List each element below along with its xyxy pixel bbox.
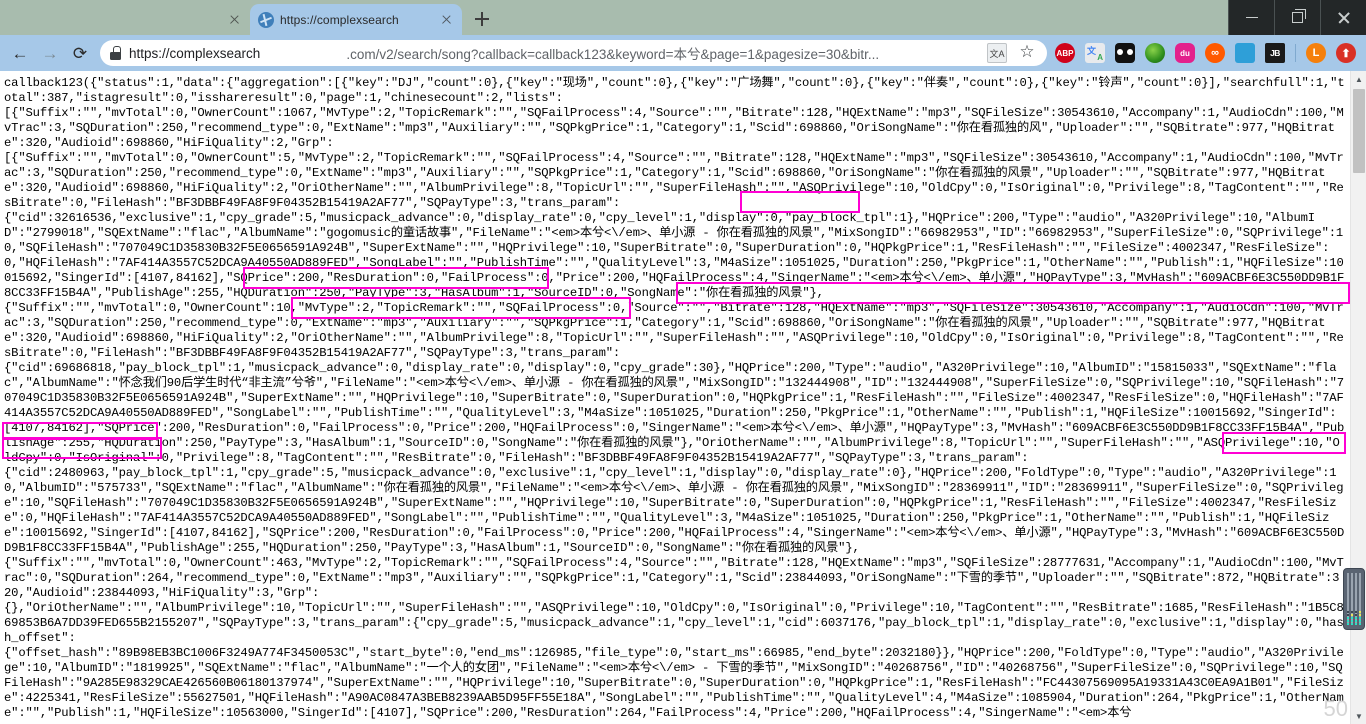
scrollbar-thumb[interactable]: [1353, 89, 1365, 173]
close-icon[interactable]: [438, 12, 454, 28]
minimize-button[interactable]: [1228, 0, 1274, 35]
update-button[interactable]: ⬆: [1336, 43, 1356, 63]
tab-strip: https://complexsearch: [0, 0, 1366, 35]
page-content: callback123({"status":1,"data":{"aggrega…: [0, 71, 1366, 724]
browser-window: https://complexsearch ← → ⟳ https://comp…: [0, 0, 1366, 724]
baidu-extension-icon[interactable]: du: [1175, 43, 1195, 63]
address-bar[interactable]: https://complexsearch .com/v2/search/son…: [100, 40, 1047, 66]
adblock-plus-extension-icon[interactable]: ABP: [1055, 43, 1075, 63]
globe-icon: [258, 11, 274, 28]
eq-bar: [1350, 573, 1354, 625]
infinity-newtab-extension-icon[interactable]: ∞: [1205, 43, 1225, 63]
reload-icon[interactable]: ⟳: [66, 39, 94, 67]
dark-reader-extension-icon[interactable]: [1115, 43, 1135, 63]
blue-extension-icon[interactable]: [1235, 43, 1255, 63]
profile-avatar[interactable]: L: [1306, 43, 1326, 63]
translate-icon[interactable]: 文A: [987, 43, 1007, 63]
eq-bar: [1347, 573, 1350, 625]
extensions-area: ABP du ∞ JB L ⬆: [1055, 43, 1360, 63]
tab-title: https://complexsearch: [280, 12, 399, 27]
page-number-watermark: 50: [1323, 696, 1348, 721]
equalizer-widget[interactable]: [1343, 568, 1365, 630]
close-window-button[interactable]: [1320, 0, 1366, 35]
internet-download-manager-extension-icon[interactable]: [1145, 43, 1165, 63]
eq-bar: [1358, 573, 1361, 625]
forward-icon[interactable]: →: [36, 39, 64, 67]
url-origin: https://complexsearch: [129, 45, 261, 61]
scroll-up-arrow[interactable]: ▲: [1351, 71, 1366, 87]
window-controls: [1228, 0, 1366, 35]
url-path: .com/v2/search/song?callback=callback123…: [346, 47, 880, 62]
maximize-button[interactable]: [1274, 0, 1320, 35]
close-icon[interactable]: [226, 12, 242, 28]
new-tab-button[interactable]: [468, 5, 496, 33]
google-translate-extension-icon[interactable]: [1085, 43, 1105, 63]
json-response-body: callback123({"status":1,"data":{"aggrega…: [4, 76, 1345, 720]
browser-tab-active[interactable]: https://complexsearch: [250, 4, 462, 35]
jetbrains-extension-icon[interactable]: JB: [1265, 43, 1285, 63]
toolbar-divider: [1295, 44, 1296, 62]
eq-bar: [1354, 573, 1358, 625]
back-icon[interactable]: ←: [6, 39, 34, 67]
browser-toolbar: ← → ⟳ https://complexsearch .com/v2/sear…: [0, 35, 1366, 71]
lock-icon: [110, 46, 121, 60]
bookmark-star-icon[interactable]: ☆: [1017, 43, 1037, 63]
browser-tab-inactive[interactable]: [0, 4, 250, 35]
scroll-down-arrow[interactable]: ▼: [1351, 708, 1366, 724]
